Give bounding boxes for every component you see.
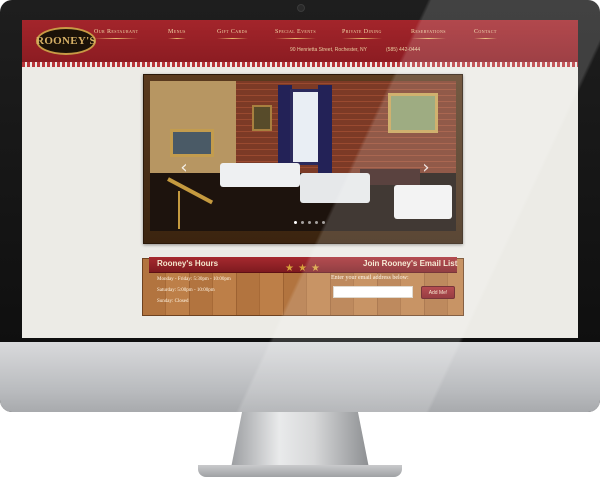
info-panel: Rooney's Hours ★ ★ ★ Join Rooney's Email L… — [142, 257, 464, 316]
add-me-button[interactable]: Add Me! — [421, 286, 455, 299]
hours-sunday: Sunday: Closed — [157, 299, 189, 304]
nav-our-restaurant[interactable]: Our Restaurant — [94, 29, 139, 39]
browser-viewport: ROONEY'S Our Restaurant Menus Gift Cards… — [22, 20, 578, 338]
nav-menus[interactable]: Menus — [168, 29, 186, 39]
email-instructions: Enter your email address below: — [331, 275, 409, 281]
header-torn-edge — [22, 62, 578, 67]
star-icon: ★ — [285, 263, 294, 274]
star-icon: ★ — [310, 263, 320, 274]
monitor-base — [198, 465, 402, 477]
hours-saturday: Saturday: 5:00pm - 10:00pm — [157, 288, 215, 293]
monitor-stand — [231, 412, 369, 468]
slide-dot[interactable] — [315, 221, 318, 224]
nav-gift-cards[interactable]: Gift Cards — [217, 29, 248, 39]
rooneys-logo[interactable]: ROONEY'S — [36, 27, 96, 55]
dining-room-photo: ‹ › — [150, 81, 456, 231]
nav-contact[interactable]: Contact — [474, 29, 497, 39]
nav-private-dining[interactable]: Private Dining — [342, 29, 382, 39]
info-ribbon: Rooney's Hours ★ ★ ★ Join Rooney's Email L… — [149, 257, 458, 276]
phone-text: (585) 442-0444 — [386, 47, 421, 53]
star-icon: ★ — [297, 263, 307, 274]
email-input[interactable] — [333, 286, 413, 298]
address-text: 90 Henrietta Street, Rochester, NY — [290, 47, 367, 53]
slide-dot[interactable] — [308, 221, 311, 224]
chevron-right-icon[interactable]: › — [420, 159, 432, 177]
camera — [297, 4, 305, 12]
hours-title: Rooney's Hours — [157, 259, 219, 268]
slide-dot[interactable] — [301, 221, 304, 224]
slideshow: ‹ › — [143, 74, 463, 244]
chevron-left-icon[interactable]: ‹ — [178, 159, 190, 177]
slide-dot[interactable] — [294, 221, 297, 224]
hours-weekday: Monday - Friday: 5:30pm - 10:00pm — [157, 277, 231, 282]
nav-reservations[interactable]: Reservations — [411, 29, 446, 39]
slide-dot[interactable] — [322, 221, 325, 224]
rating-stars: ★ ★ ★ — [285, 258, 324, 276]
nav-special-events[interactable]: Special Events — [275, 29, 316, 39]
site-header: ROONEY'S Our Restaurant Menus Gift Cards… — [22, 20, 578, 64]
monitor-bezel: ROONEY'S Our Restaurant Menus Gift Cards… — [0, 0, 600, 412]
email-list-title: Join Rooney's Email List — [363, 259, 458, 268]
slide-pagination — [294, 221, 334, 225]
monitor-chin — [0, 342, 600, 412]
